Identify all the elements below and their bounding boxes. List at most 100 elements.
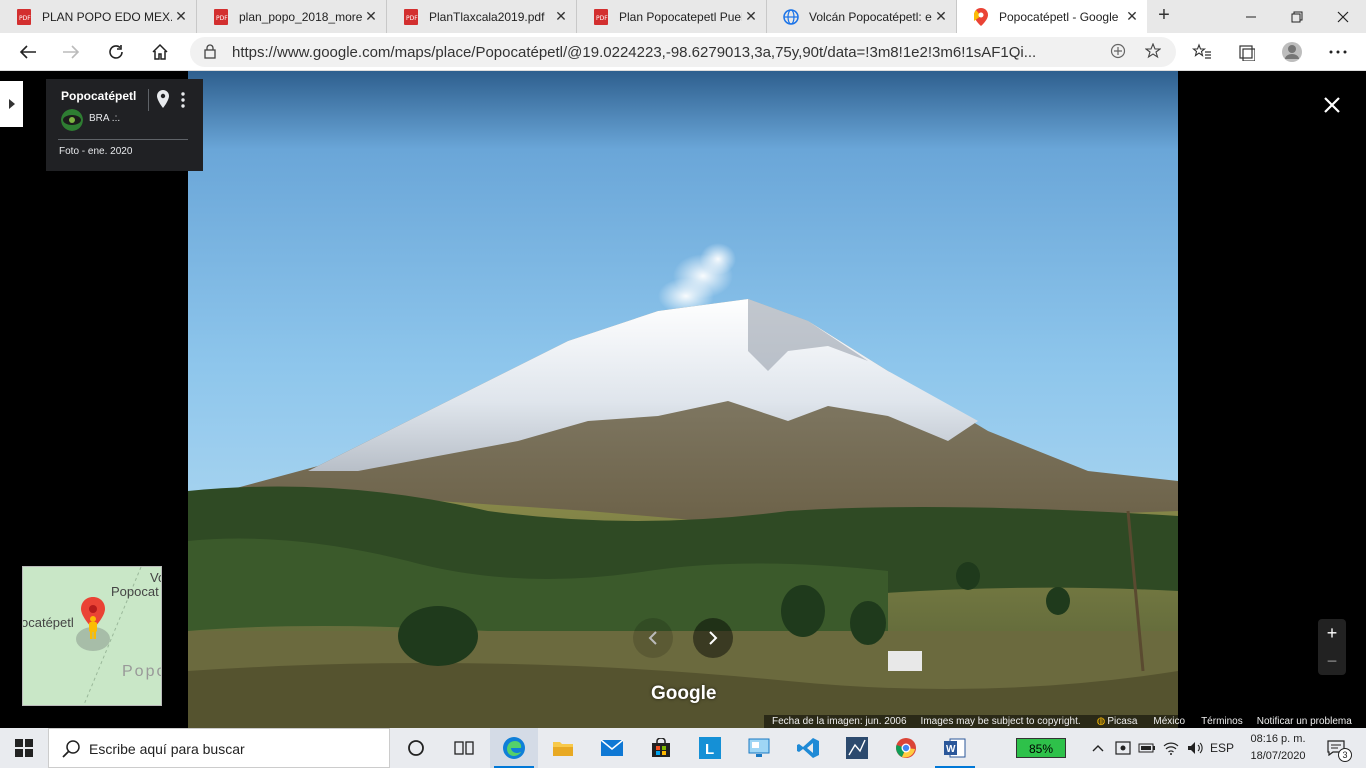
photo-info-card: Popocatépetl BRA .:. Foto - ene. 2020 bbox=[46, 79, 203, 171]
chrome-icon[interactable] bbox=[882, 728, 930, 768]
collections-icon[interactable] bbox=[1232, 38, 1260, 66]
report-problem-link[interactable]: Notificar un problema bbox=[1257, 716, 1352, 727]
place-name[interactable]: Popocatépetl bbox=[61, 89, 136, 103]
close-tab-icon[interactable]: ✕ bbox=[1123, 8, 1141, 25]
photo-date: Foto - ene. 2020 bbox=[59, 146, 133, 157]
cortana-icon[interactable] bbox=[392, 728, 440, 768]
remote-desktop-icon[interactable] bbox=[735, 728, 783, 768]
close-tab-icon[interactable]: ✕ bbox=[172, 8, 190, 25]
picasa-label: Picasa bbox=[1107, 716, 1138, 727]
favorites-icon[interactable] bbox=[1188, 38, 1216, 66]
zoom-out-button[interactable]: − bbox=[1318, 647, 1346, 675]
notification-count-badge: 3 bbox=[1338, 748, 1352, 762]
picasa-icon: ◍ bbox=[1096, 716, 1106, 727]
file-explorer-icon[interactable] bbox=[539, 728, 587, 768]
volume-icon[interactable] bbox=[1184, 728, 1206, 768]
copyright-notice: Images may be subject to copyright. bbox=[920, 716, 1081, 727]
volcano-photo[interactable] bbox=[188, 71, 1178, 728]
url-text: https://www.google.com/maps/place/Popoca… bbox=[232, 44, 1037, 61]
tab-title: PlanTlaxcala2019.pdf bbox=[429, 9, 545, 24]
lock-icon bbox=[204, 44, 216, 64]
author-name[interactable]: BRA .:. bbox=[89, 113, 120, 124]
l-app-icon[interactable]: L bbox=[686, 728, 734, 768]
globe-icon bbox=[783, 8, 799, 25]
pdf-icon: PDF bbox=[403, 8, 419, 25]
terms-link[interactable]: Términos bbox=[1201, 716, 1243, 727]
close-tab-icon[interactable]: ✕ bbox=[742, 8, 760, 25]
minimap-label: Popo bbox=[122, 663, 161, 680]
picasa-link[interactable]: ◍ Picasa bbox=[1097, 716, 1138, 727]
close-viewer-button[interactable] bbox=[1318, 91, 1346, 119]
previous-photo-button[interactable] bbox=[633, 618, 673, 658]
tab-volcan-popocatepetl[interactable]: Volcán Popocatépetl: en ✕ bbox=[767, 0, 957, 33]
minimap[interactable]: Vo Popocat ocatépetl Popo bbox=[22, 566, 162, 706]
photo-viewer: Popocatépetl BRA .:. Foto - ene. 2020 Vo… bbox=[0, 71, 1366, 728]
home-button[interactable] bbox=[146, 38, 174, 66]
word-icon[interactable]: W bbox=[931, 728, 979, 768]
tab-plan-popo-edo-mex[interactable]: PDF PLAN POPO EDO MEX.pdf ✕ bbox=[0, 0, 197, 33]
profile-avatar-icon[interactable] bbox=[1278, 38, 1306, 66]
new-tab-button[interactable]: + bbox=[1152, 4, 1176, 28]
notification-center-icon[interactable]: 3 bbox=[1318, 728, 1354, 768]
tab-strip: PDF PLAN POPO EDO MEX.pdf ✕ PDF plan_pop… bbox=[0, 0, 1366, 33]
tray-app-icon[interactable] bbox=[1112, 728, 1134, 768]
battery-indicator[interactable]: 85% bbox=[1016, 738, 1066, 758]
favorite-star-icon[interactable] bbox=[1144, 42, 1162, 64]
task-view-icon[interactable] bbox=[440, 728, 488, 768]
region-link[interactable]: México bbox=[1153, 716, 1185, 727]
zoom-in-button[interactable]: + bbox=[1318, 619, 1346, 647]
tab-plan-tlaxcala[interactable]: PDF PlanTlaxcala2019.pdf ✕ bbox=[387, 0, 577, 33]
author-avatar[interactable] bbox=[61, 109, 83, 131]
wifi-icon[interactable] bbox=[1160, 728, 1182, 768]
forward-button[interactable] bbox=[57, 38, 85, 66]
minimize-button[interactable] bbox=[1228, 0, 1274, 33]
zoom-control: + − bbox=[1318, 619, 1346, 675]
tab-title: Volcán Popocatépetl: en bbox=[809, 9, 932, 24]
tab-plan-popo-morelos[interactable]: PDF plan_popo_2018_morelos ✕ bbox=[197, 0, 387, 33]
show-hidden-icons-chevron[interactable] bbox=[1088, 728, 1108, 768]
next-photo-button[interactable] bbox=[693, 618, 733, 658]
more-options-icon[interactable] bbox=[181, 92, 185, 113]
back-button[interactable] bbox=[14, 38, 42, 66]
search-icon bbox=[62, 740, 80, 763]
tab-title: Popocatépetl - Google bbox=[999, 9, 1119, 24]
location-pin-icon[interactable] bbox=[157, 90, 169, 113]
battery-icon[interactable] bbox=[1136, 728, 1158, 768]
side-panel-toggle[interactable] bbox=[0, 81, 23, 127]
svg-text:W: W bbox=[946, 744, 956, 755]
clock-time: 08:16 p. m. bbox=[1250, 733, 1306, 745]
close-window-button[interactable] bbox=[1320, 0, 1366, 33]
edge-browser-icon[interactable] bbox=[490, 728, 538, 768]
divider bbox=[58, 139, 188, 140]
address-bar[interactable]: https://www.google.com/maps/place/Popoca… bbox=[190, 37, 1176, 67]
refresh-button[interactable] bbox=[102, 38, 130, 66]
more-menu-icon[interactable] bbox=[1324, 38, 1352, 66]
street-view-pegman-icon bbox=[76, 597, 110, 651]
maps-pin-icon bbox=[973, 7, 989, 26]
clock[interactable]: 08:16 p. m. 18/07/2020 bbox=[1236, 731, 1320, 765]
pdf-icon: PDF bbox=[213, 8, 229, 25]
minimap-label: Vo bbox=[150, 570, 161, 585]
attribution-bar: Fecha de la imagen: jun. 2006 Images may… bbox=[764, 715, 1366, 728]
close-tab-icon[interactable]: ✕ bbox=[362, 8, 380, 25]
pdf-icon: PDF bbox=[16, 8, 32, 25]
windows-logo-icon bbox=[15, 739, 33, 757]
clock-date: 18/07/2020 bbox=[1250, 750, 1306, 762]
divider bbox=[148, 89, 149, 111]
vscode-icon[interactable] bbox=[784, 728, 832, 768]
tab-title: Plan Popocatepetl Puebla bbox=[619, 9, 742, 24]
store-icon[interactable] bbox=[637, 728, 685, 768]
mail-icon[interactable] bbox=[588, 728, 636, 768]
network-app-icon[interactable] bbox=[833, 728, 881, 768]
close-tab-icon[interactable]: ✕ bbox=[932, 8, 950, 25]
start-button[interactable] bbox=[0, 728, 48, 768]
language-indicator[interactable]: ESP bbox=[1208, 728, 1236, 768]
add-extension-icon[interactable] bbox=[1110, 43, 1126, 64]
tab-google-maps[interactable]: Popocatépetl - Google ✕ bbox=[957, 0, 1147, 33]
address-toolbar: https://www.google.com/maps/place/Popoca… bbox=[0, 33, 1366, 71]
tab-plan-popo-puebla[interactable]: PDF Plan Popocatepetl Puebla ✕ bbox=[577, 0, 767, 33]
taskbar-search-box[interactable]: Escribe aquí para buscar bbox=[48, 728, 390, 768]
restore-button[interactable] bbox=[1274, 0, 1320, 33]
search-placeholder: Escribe aquí para buscar bbox=[89, 741, 245, 757]
close-tab-icon[interactable]: ✕ bbox=[552, 8, 570, 25]
